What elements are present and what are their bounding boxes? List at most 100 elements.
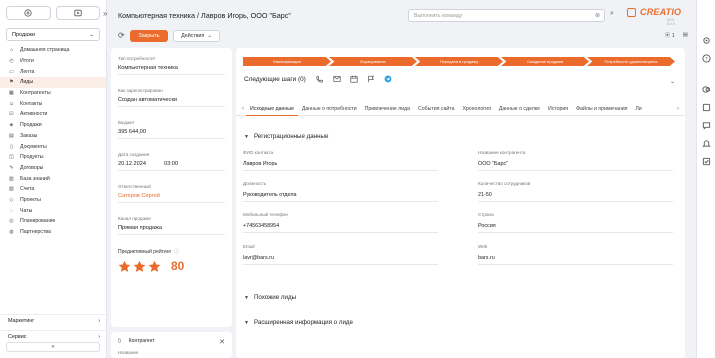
- sidebar-item[interactable]: ◈ Продажи: [0, 120, 106, 131]
- fio-field[interactable]: ФИО контакта Лавров Игорь: [243, 150, 438, 171]
- field-value: bars.ru: [478, 255, 673, 265]
- sidebar-item-label: Чаты: [20, 207, 33, 214]
- tab[interactable]: Данные о потребности: [298, 103, 361, 116]
- tab[interactable]: Хронология: [458, 103, 494, 116]
- sidebar-item-label: Контрагенты: [20, 90, 51, 97]
- sidebar-item[interactable]: ☺ Контакты: [0, 98, 106, 109]
- new-item-button[interactable]: [6, 6, 51, 20]
- company-field[interactable]: Название контрагента ООО "Барс": [478, 150, 673, 171]
- phone-field[interactable]: Мобильный телефон +74563458954: [243, 212, 438, 233]
- chevron-down-icon[interactable]: ⌄: [670, 78, 675, 85]
- actions-button[interactable]: Действия ⌄: [173, 30, 220, 42]
- tab[interactable]: События сайта: [414, 103, 458, 116]
- stage-step[interactable]: Потребность удовлетворена: [587, 57, 675, 66]
- phone-icon[interactable]: [316, 75, 324, 83]
- communication-icon[interactable]: [701, 85, 711, 94]
- sidebar-item[interactable]: ☑ Активности: [0, 109, 106, 120]
- tab[interactable]: Привлечение лида: [361, 103, 414, 116]
- calendar-icon[interactable]: [350, 75, 358, 83]
- settings-icon[interactable]: [702, 36, 711, 45]
- sidebar-item[interactable]: ▧ Счета: [0, 184, 106, 195]
- stage-step[interactable]: Квалификация: [243, 57, 331, 66]
- sidebar-item-label: Итоги: [20, 58, 34, 65]
- sidebar-item[interactable]: ▤ Заказы: [0, 131, 106, 142]
- search-icon[interactable]: ⌕: [610, 10, 614, 18]
- tab[interactable]: Файлы и примечания: [572, 103, 631, 116]
- section-extended-info[interactable]: ▼ Расширенная информация о лиде: [244, 319, 353, 326]
- sidebar: Продажи ⌄ ⌂ Домашняя страница ◴ Итоги ▭ Лента…: [0, 0, 107, 358]
- sidebar-item-label: Активности: [20, 111, 48, 118]
- employees-field[interactable]: Количество сотрудников 21-50: [478, 181, 673, 202]
- info-field[interactable]: Канал продажи Прямая продажа: [118, 216, 225, 235]
- sidebar-item[interactable]: ▯ Документы: [0, 141, 106, 152]
- sidebar-group-marketing[interactable]: Маркетинг ›: [0, 314, 106, 326]
- print-icon[interactable]: ▤: [683, 32, 688, 38]
- web-field[interactable]: Web bars.ru: [478, 244, 673, 265]
- sidebar-group-service[interactable]: Сервис ›: [0, 330, 106, 342]
- clear-icon[interactable]: ⊗: [595, 12, 600, 19]
- info-field[interactable]: Бюджет 395 644,00: [118, 120, 225, 139]
- sidebar-item[interactable]: ◌ Чаты: [0, 205, 106, 216]
- sidebar-item[interactable]: ⚑ Лиды: [0, 77, 106, 88]
- collapse-sidebar-button[interactable]: «: [6, 342, 100, 352]
- telegram-icon[interactable]: [384, 75, 392, 83]
- chat-icon[interactable]: [702, 121, 711, 130]
- country-field[interactable]: Страна Россия: [478, 212, 673, 233]
- close-button[interactable]: Закрыть: [130, 30, 168, 42]
- email-field[interactable]: Email lavr@bars.ru: [243, 244, 438, 265]
- field-label: Мобильный телефон: [243, 212, 288, 217]
- sidebar-item[interactable]: ◇ Проекты: [0, 195, 106, 206]
- field-value: Россия: [478, 223, 673, 233]
- tab[interactable]: Исходные данные: [246, 103, 298, 116]
- expand-menu-icon[interactable]: »: [103, 9, 107, 18]
- sidebar-item[interactable]: ▥ База знаний: [0, 173, 106, 184]
- info-field[interactable]: Тип потребности* Компьютерная техника: [118, 56, 225, 75]
- video-button[interactable]: [55, 6, 100, 20]
- time-value: 03:00: [164, 161, 178, 167]
- flag-icon[interactable]: [367, 75, 375, 83]
- stage-step[interactable]: Передача в продажу: [415, 57, 503, 66]
- field-value: lavr@bars.ru: [243, 255, 438, 265]
- notification-icon[interactable]: [701, 139, 711, 148]
- feed-icon[interactable]: [702, 103, 711, 112]
- close-icon[interactable]: ✕: [219, 338, 225, 346]
- email-icon[interactable]: [333, 75, 341, 83]
- date-value: 20.12.2024: [118, 161, 146, 167]
- tasks-icon[interactable]: [702, 157, 711, 166]
- field-label: Дата создания: [118, 152, 150, 157]
- sidebar-item[interactable]: ◎ Планирование: [0, 216, 106, 227]
- sidebar-item-label: Документы: [20, 143, 47, 150]
- sidebar-item[interactable]: ◴ Итоги: [0, 56, 106, 67]
- info-field[interactable]: Дата создания 20.12.2024 03:00: [118, 152, 225, 171]
- refresh-icon[interactable]: ⟳: [118, 31, 125, 40]
- field-value[interactable]: Сатеров Сергей: [118, 193, 225, 203]
- sales-icon: ◈: [9, 122, 14, 129]
- sidebar-item[interactable]: ⌂ Домашняя страница: [0, 45, 106, 56]
- info-field[interactable]: Ответственный Сатеров Сергей: [118, 184, 225, 203]
- sidebar-item[interactable]: ✎ Договоры: [0, 163, 106, 174]
- workspace-select[interactable]: Продажи ⌄: [6, 28, 100, 41]
- left-info-panel: Тип потребности* Компьютерная техника Как …: [111, 48, 232, 327]
- command-input[interactable]: Выполнить команду ⊗: [408, 9, 605, 22]
- attachments-button[interactable]: ⦿ 1: [665, 31, 675, 39]
- help-icon[interactable]: ?: [701, 54, 711, 63]
- help-icon[interactable]: ⓘ: [174, 248, 179, 255]
- tab-bar: ‹ Исходные данные Данные о потребности Прив…: [236, 103, 685, 116]
- section-registration[interactable]: ▼ Регистрационные данные: [244, 133, 328, 140]
- field-value: Лавров Игорь: [243, 161, 438, 171]
- stage-step[interactable]: Взращивание: [329, 57, 417, 66]
- sidebar-item[interactable]: ▦ Контрагенты: [0, 88, 106, 99]
- sidebar-item[interactable]: ◍ Партнерства: [0, 227, 106, 238]
- section-similar-leads[interactable]: ▼ Похожие лиды: [244, 294, 296, 301]
- sidebar-item[interactable]: ▭ Лента: [0, 66, 106, 77]
- tabs-scroll-right-icon[interactable]: ›: [675, 106, 681, 112]
- stage-step[interactable]: Ожидание продажи: [501, 57, 589, 66]
- tab[interactable]: Ли: [631, 103, 645, 116]
- logo-mark-icon: [627, 7, 636, 17]
- tab[interactable]: Данные о сделке: [495, 103, 544, 116]
- tab[interactable]: История: [544, 103, 572, 116]
- info-field[interactable]: Как зарегистрирован Создан автоматически: [118, 88, 225, 107]
- position-field[interactable]: Должность Руководитель отдела: [243, 181, 438, 202]
- sidebar-item[interactable]: ◫ Продукты: [0, 152, 106, 163]
- sidebar-item-label: Лента: [20, 68, 35, 75]
